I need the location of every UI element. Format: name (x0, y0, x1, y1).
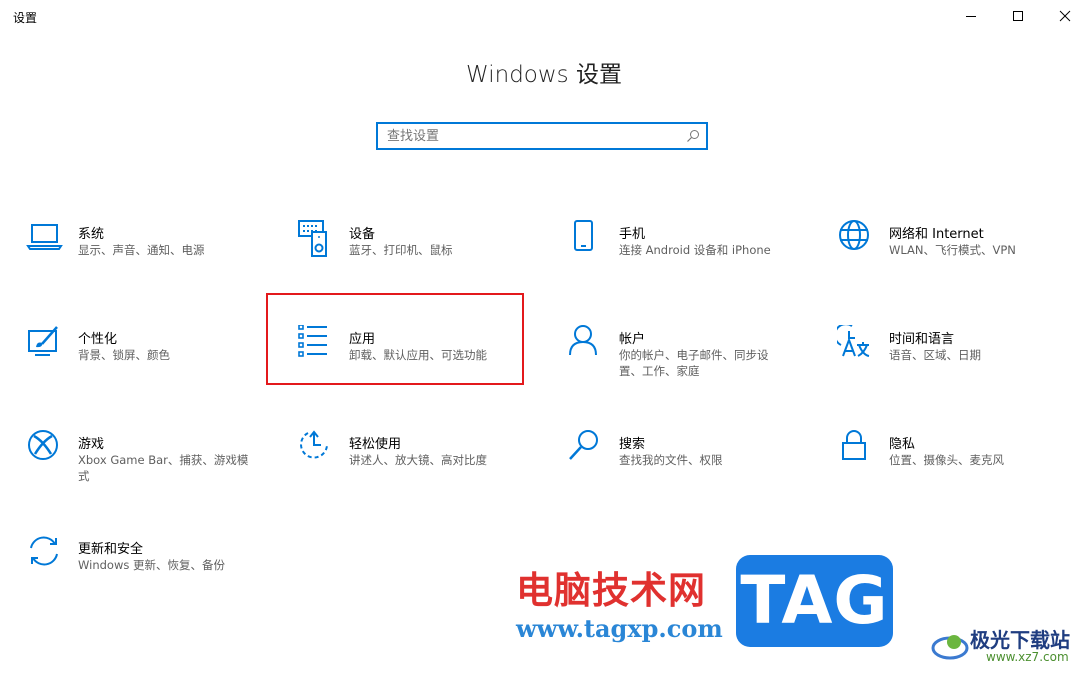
tile-search[interactable]: 搜索 查找我的文件、权限 (567, 430, 807, 510)
xbox-icon (28, 430, 58, 460)
tile-title: 轻松使用 (349, 437, 402, 452)
ease-of-access-icon (300, 430, 329, 459)
watermark-site-url: www.tagxp.com (516, 614, 723, 643)
devices-icon (298, 220, 327, 257)
brand-url: www.xz7.com (986, 650, 1069, 664)
close-icon (1059, 10, 1071, 22)
tile-title: 更新和安全 (78, 542, 144, 557)
apps-highlight-box (266, 293, 524, 385)
minimize-button[interactable] (948, 0, 994, 32)
tile-subtitle: 你的帐户、电子邮件、同步设置、工作、家庭 (619, 348, 769, 378)
close-button[interactable] (1042, 0, 1088, 32)
person-icon (569, 325, 597, 356)
tile-subtitle: 讲述人、放大镜、高对比度 (349, 453, 487, 467)
search-icon[interactable] (686, 129, 700, 143)
tile-title: 设备 (349, 227, 376, 242)
tile-title: 网络和 Internet (889, 227, 984, 242)
tile-subtitle: 蓝牙、打印机、鼠标 (349, 243, 453, 257)
tile-ease-of-access[interactable]: 轻松使用 讲述人、放大镜、高对比度 (297, 430, 537, 510)
tile-time-language[interactable]: 时间和语言 语音、区域、日期 (837, 325, 1077, 405)
title-bar: 设置 (0, 0, 1088, 32)
maximize-button[interactable] (995, 0, 1041, 32)
tile-subtitle: 语音、区域、日期 (889, 348, 981, 362)
tile-title: 帐户 (619, 332, 646, 347)
tile-title: 隐私 (889, 437, 916, 452)
watermark-brand: 极光下载站 www.xz7.com (930, 624, 1080, 670)
tile-subtitle: 连接 Android 设备和 iPhone (619, 243, 771, 257)
tile-subtitle: 查找我的文件、权限 (619, 453, 723, 467)
tile-subtitle: 显示、声音、通知、电源 (78, 243, 205, 257)
tile-subtitle: 背景、锁屏、颜色 (78, 348, 170, 362)
brand-name: 极光下载站 (970, 628, 1070, 652)
phone-icon (574, 220, 593, 251)
tile-title: 时间和语言 (889, 332, 955, 347)
lock-icon (842, 430, 866, 460)
tile-phone[interactable]: 手机 连接 Android 设备和 iPhone (567, 220, 807, 300)
tile-subtitle: Windows 更新、恢复、备份 (78, 558, 225, 572)
tile-title: 搜索 (619, 437, 646, 452)
tile-title: 个性化 (78, 332, 118, 347)
tile-devices[interactable]: 设备 蓝牙、打印机、鼠标 (297, 220, 537, 300)
tile-title: 游戏 (78, 437, 105, 452)
time-language-icon (837, 325, 870, 357)
tile-title: 手机 (619, 227, 646, 242)
tile-accounts[interactable]: 帐户 你的帐户、电子邮件、同步设置、工作、家庭 (567, 325, 807, 405)
minimize-icon (966, 16, 976, 17)
window-title: 设置 (13, 11, 38, 25)
tile-subtitle: 位置、摄像头、麦克风 (889, 453, 1004, 467)
personalization-icon (28, 326, 58, 356)
tile-update-security[interactable]: 更新和安全 Windows 更新、恢复、备份 (26, 535, 266, 615)
tile-personalization[interactable]: 个性化 背景、锁屏、颜色 (26, 325, 266, 405)
tile-subtitle: Xbox Game Bar、捕获、游戏模式 (78, 453, 249, 483)
tile-network[interactable]: 网络和 Internet WLAN、飞行模式、VPN (837, 220, 1077, 300)
tile-title: 系统 (78, 227, 105, 242)
tile-gaming[interactable]: 游戏 Xbox Game Bar、捕获、游戏模式 (26, 430, 266, 510)
laptop-icon (26, 224, 63, 250)
search-icon (569, 430, 598, 460)
tile-subtitle: WLAN、飞行模式、VPN (889, 243, 1016, 257)
brand-logo-icon (931, 635, 969, 660)
search-box[interactable] (376, 122, 708, 150)
maximize-icon (1013, 11, 1023, 21)
globe-icon (839, 220, 869, 250)
sync-icon (30, 536, 58, 566)
tile-system[interactable]: 系统 显示、声音、通知、电源 (26, 220, 266, 300)
watermark-tag-logo: TAG (736, 555, 893, 647)
page-title: Windows 设置 (466, 62, 622, 88)
tile-privacy[interactable]: 隐私 位置、摄像头、麦克风 (837, 430, 1077, 510)
watermark-site-name: 电脑技术网 (516, 569, 706, 612)
search-input[interactable] (387, 127, 677, 145)
